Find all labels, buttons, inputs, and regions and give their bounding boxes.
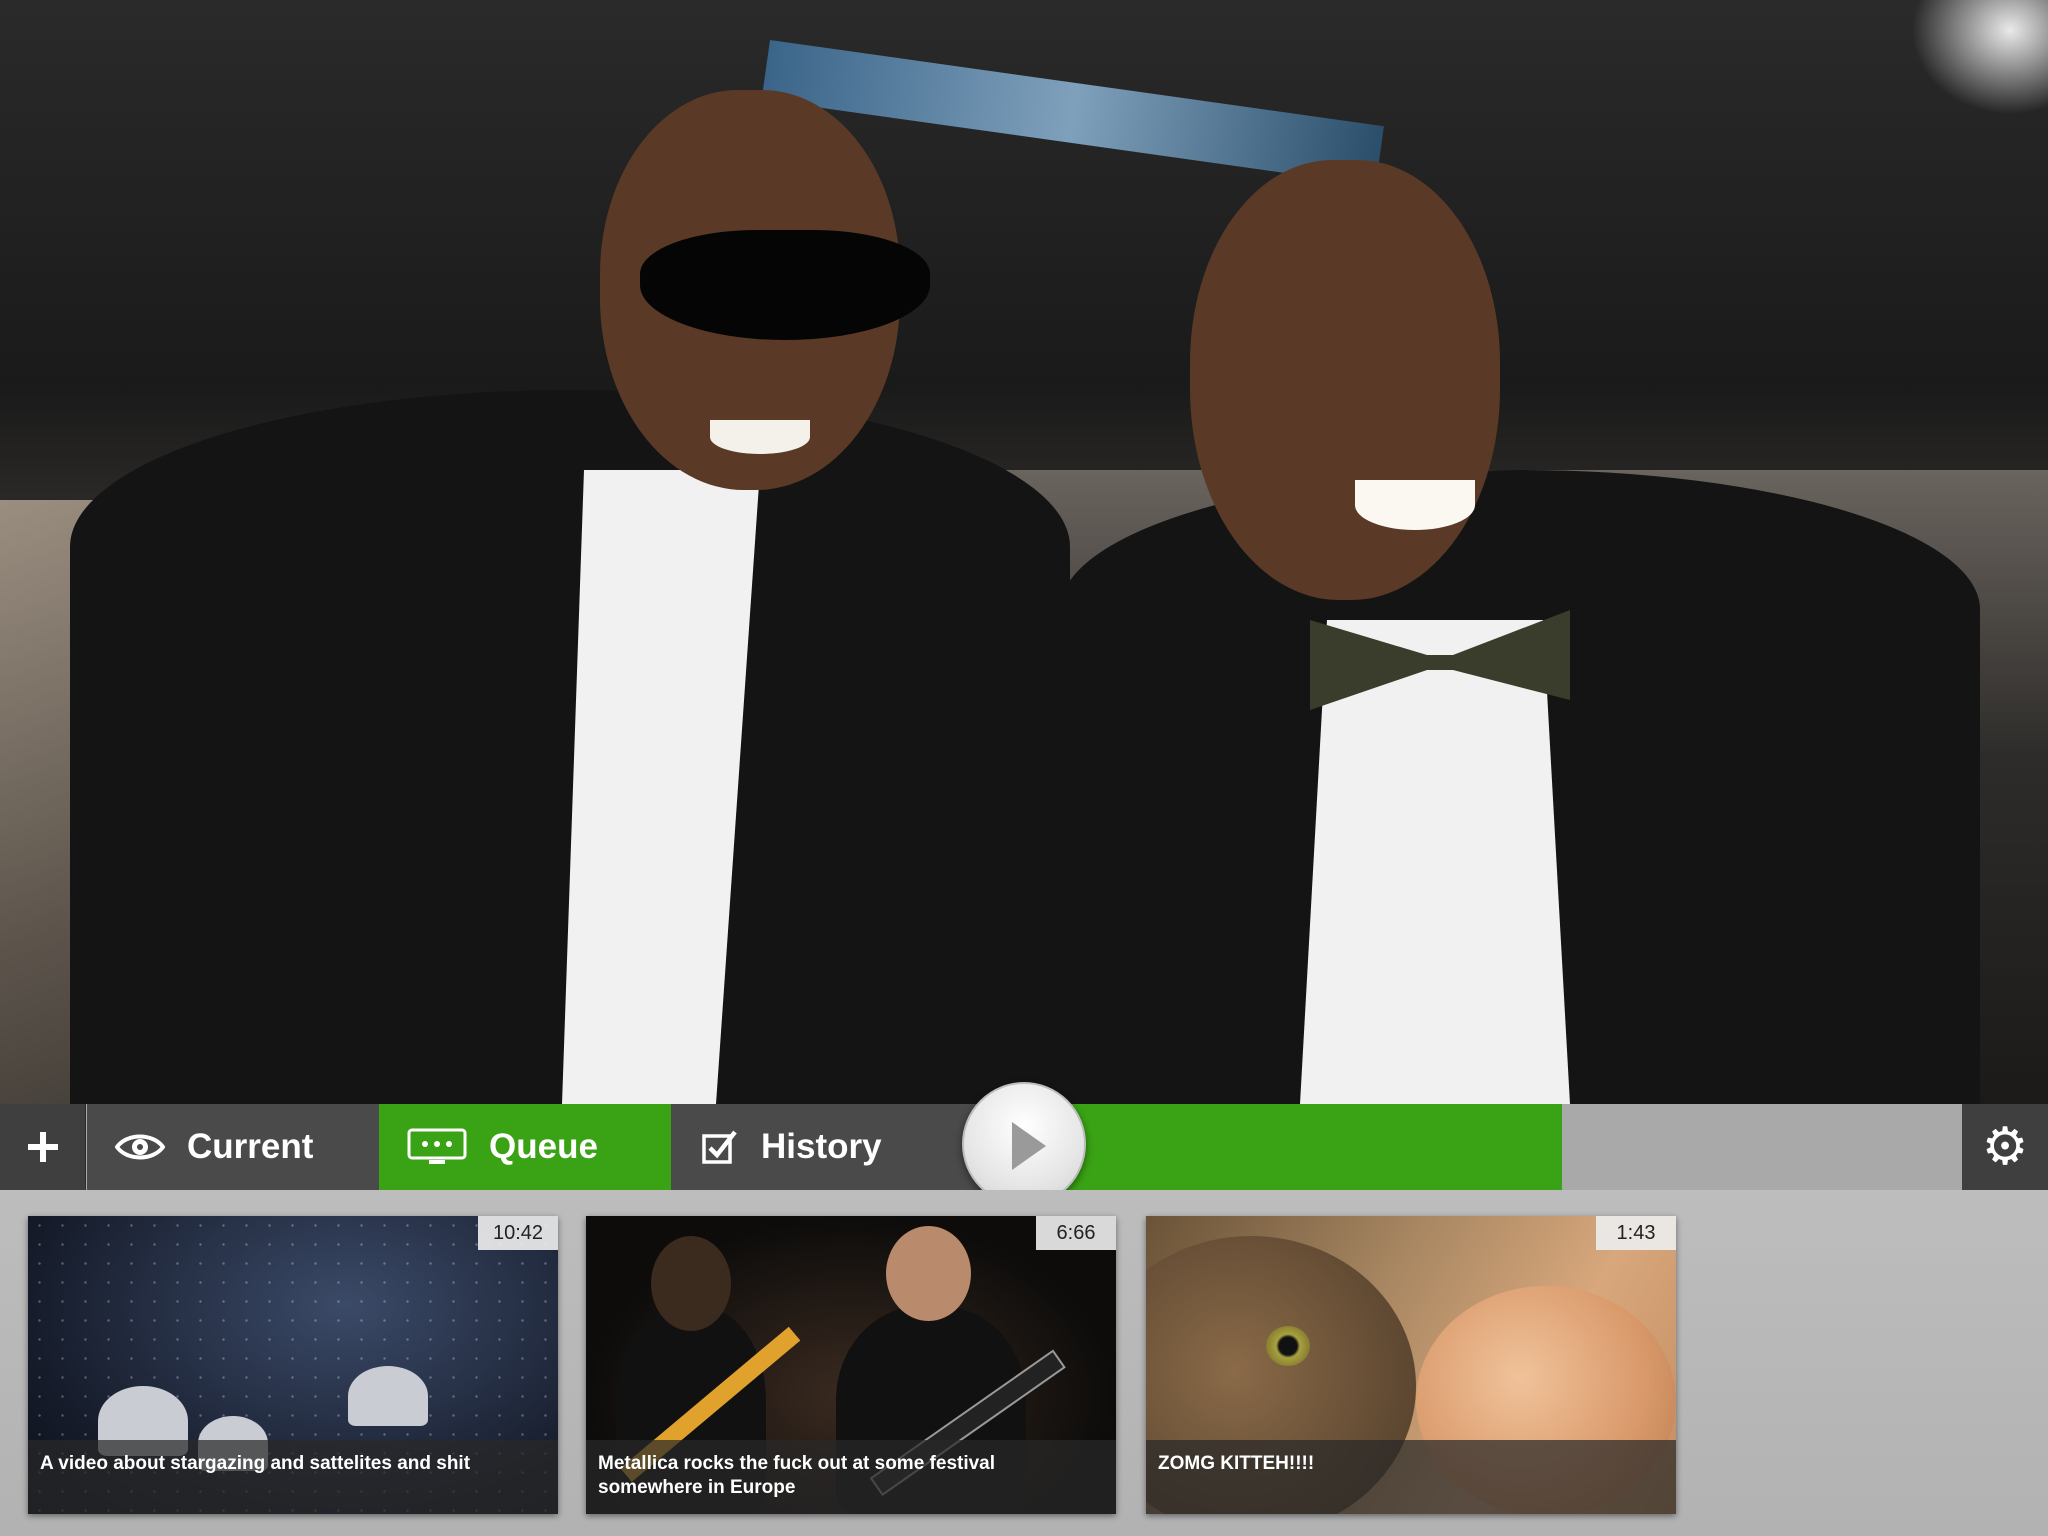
tab-current-label: Current	[187, 1127, 314, 1166]
hero-photo	[0, 0, 2048, 1104]
tab-bar: Current Queue History ⚙	[0, 1082, 2048, 1206]
video-queue: 10:42 A video about stargazing and satte…	[0, 1190, 2048, 1536]
tab-history-label: History	[761, 1127, 882, 1166]
tab-current[interactable]: Current	[87, 1104, 379, 1190]
video-title: ZOMG KITTEH!!!!	[1146, 1440, 1676, 1514]
satellite-dish	[348, 1366, 428, 1426]
video-card[interactable]: 6:66 Metallica rocks the fuck out at som…	[586, 1216, 1116, 1514]
person-right-head	[1190, 160, 1500, 600]
person-right-smile	[1355, 480, 1475, 530]
sunglasses	[640, 230, 930, 340]
play-icon	[1012, 1122, 1046, 1170]
play-button[interactable]	[962, 1082, 1086, 1206]
plus-icon	[27, 1132, 58, 1162]
eye-icon	[115, 1134, 165, 1160]
musician-head	[651, 1236, 731, 1331]
musician-head	[886, 1226, 971, 1321]
person-left-smile	[710, 420, 810, 454]
video-title: A video about stargazing and sattelites …	[28, 1440, 558, 1514]
tab-history[interactable]: History	[671, 1104, 963, 1190]
video-duration: 10:42	[478, 1216, 558, 1250]
tv-queue-icon	[407, 1128, 467, 1164]
gear-icon: ⚙	[1981, 1117, 2029, 1177]
video-card[interactable]: 10:42 A video about stargazing and satte…	[28, 1216, 558, 1514]
video-title: Metallica rocks the fuck out at some fes…	[586, 1440, 1116, 1514]
checkbox-icon	[702, 1130, 737, 1164]
tab-queue[interactable]: Queue	[379, 1104, 671, 1190]
cat-eye	[1266, 1326, 1310, 1366]
video-duration: 1:43	[1596, 1216, 1676, 1250]
tab-queue-label: Queue	[489, 1127, 598, 1166]
add-button[interactable]	[0, 1104, 86, 1190]
video-duration: 6:66	[1036, 1216, 1116, 1250]
video-card[interactable]: 1:43 ZOMG KITTEH!!!!	[1146, 1216, 1676, 1514]
settings-button[interactable]: ⚙	[1962, 1104, 2048, 1190]
progress-fill[interactable]	[1060, 1104, 1562, 1190]
